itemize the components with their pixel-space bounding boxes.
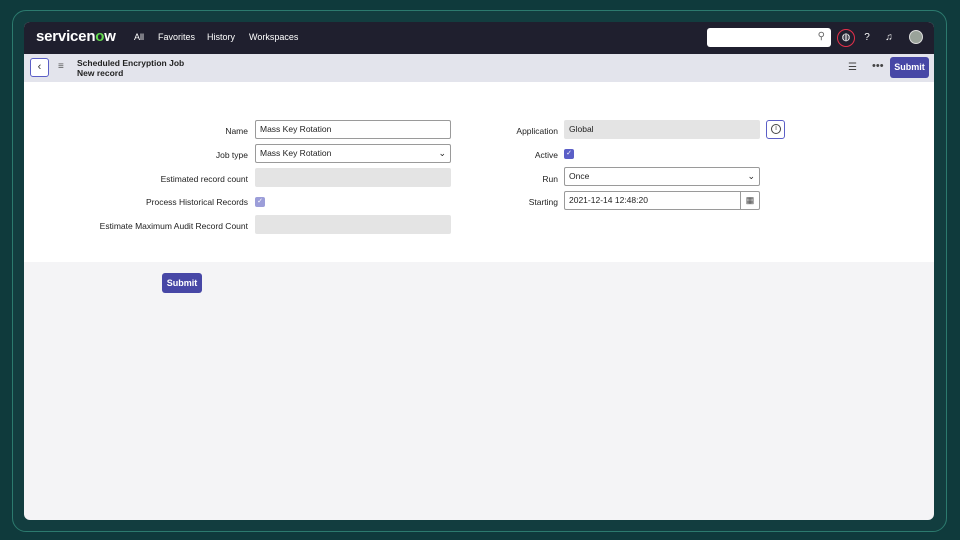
run-label: Run (542, 174, 558, 184)
active-checkbox[interactable]: ✓ (564, 149, 574, 159)
search-icon[interactable]: ⚲ (818, 31, 825, 42)
application-info-button[interactable]: i (766, 120, 785, 139)
name-field[interactable]: Mass Key Rotation (255, 120, 451, 139)
process-historical-records-label: Process Historical Records (145, 197, 248, 207)
global-search-input[interactable]: ⚲ (707, 28, 831, 47)
avatar[interactable] (909, 30, 923, 44)
process-historical-records-checkbox: ✓ (255, 197, 265, 207)
record-title: Scheduled Encryption Job (77, 58, 185, 68)
chevron-down-icon: ⌄ (747, 171, 755, 181)
application-label: Application (516, 126, 558, 136)
starting-datetime-field[interactable]: 2021-12-14 12:48:20 ▦ (564, 191, 760, 210)
info-icon: i (771, 124, 781, 134)
starting-label: Starting (528, 197, 558, 207)
estimate-max-audit-field (255, 215, 451, 234)
submit-button-top[interactable]: Submit (890, 57, 929, 78)
form-area: Name Mass Key Rotation Job type Mass Key… (24, 82, 934, 262)
nav-link-all[interactable]: All (134, 32, 144, 42)
job-type-label: Job type (215, 150, 248, 160)
globe-icon[interactable]: ◍ (837, 29, 855, 47)
top-navigation-bar: servicenow All Favorites History Workspa… (24, 22, 934, 54)
job-type-select[interactable]: Mass Key Rotation ⌄ (255, 144, 451, 163)
browser-window: servicenow All Favorites History Workspa… (24, 22, 934, 520)
name-label: Name (225, 126, 248, 136)
bell-icon[interactable]: ♫ (880, 29, 898, 47)
chevron-left-icon: ‹ (37, 61, 42, 73)
sliders-icon[interactable]: ☰ (848, 62, 857, 73)
active-label: Active (534, 150, 558, 160)
menu-icon[interactable]: ≡ (58, 61, 64, 72)
submit-button-bottom[interactable]: Submit (162, 273, 202, 293)
estimate-max-audit-label: Estimate Maximum Audit Record Count (99, 221, 248, 231)
calendar-icon[interactable]: ▦ (740, 192, 759, 209)
nav-link-workspaces[interactable]: Workspaces (249, 32, 298, 42)
help-icon[interactable]: ? (858, 29, 876, 47)
record-header: ‹ ≡ Scheduled Encryption Job New record … (24, 54, 934, 82)
back-button[interactable]: ‹ (30, 58, 49, 77)
application-field: Global (564, 120, 760, 139)
record-subtitle: New record (77, 68, 124, 78)
estimated-record-count-label: Estimated record count (160, 174, 248, 184)
chevron-down-icon: ⌄ (438, 148, 446, 158)
more-options-icon[interactable]: ••• (872, 60, 884, 72)
run-select[interactable]: Once ⌄ (564, 167, 760, 186)
estimated-record-count-field (255, 168, 451, 187)
nav-link-history[interactable]: History (207, 32, 235, 42)
nav-link-favorites[interactable]: Favorites (158, 32, 195, 42)
servicenow-logo[interactable]: servicenow (36, 28, 116, 45)
